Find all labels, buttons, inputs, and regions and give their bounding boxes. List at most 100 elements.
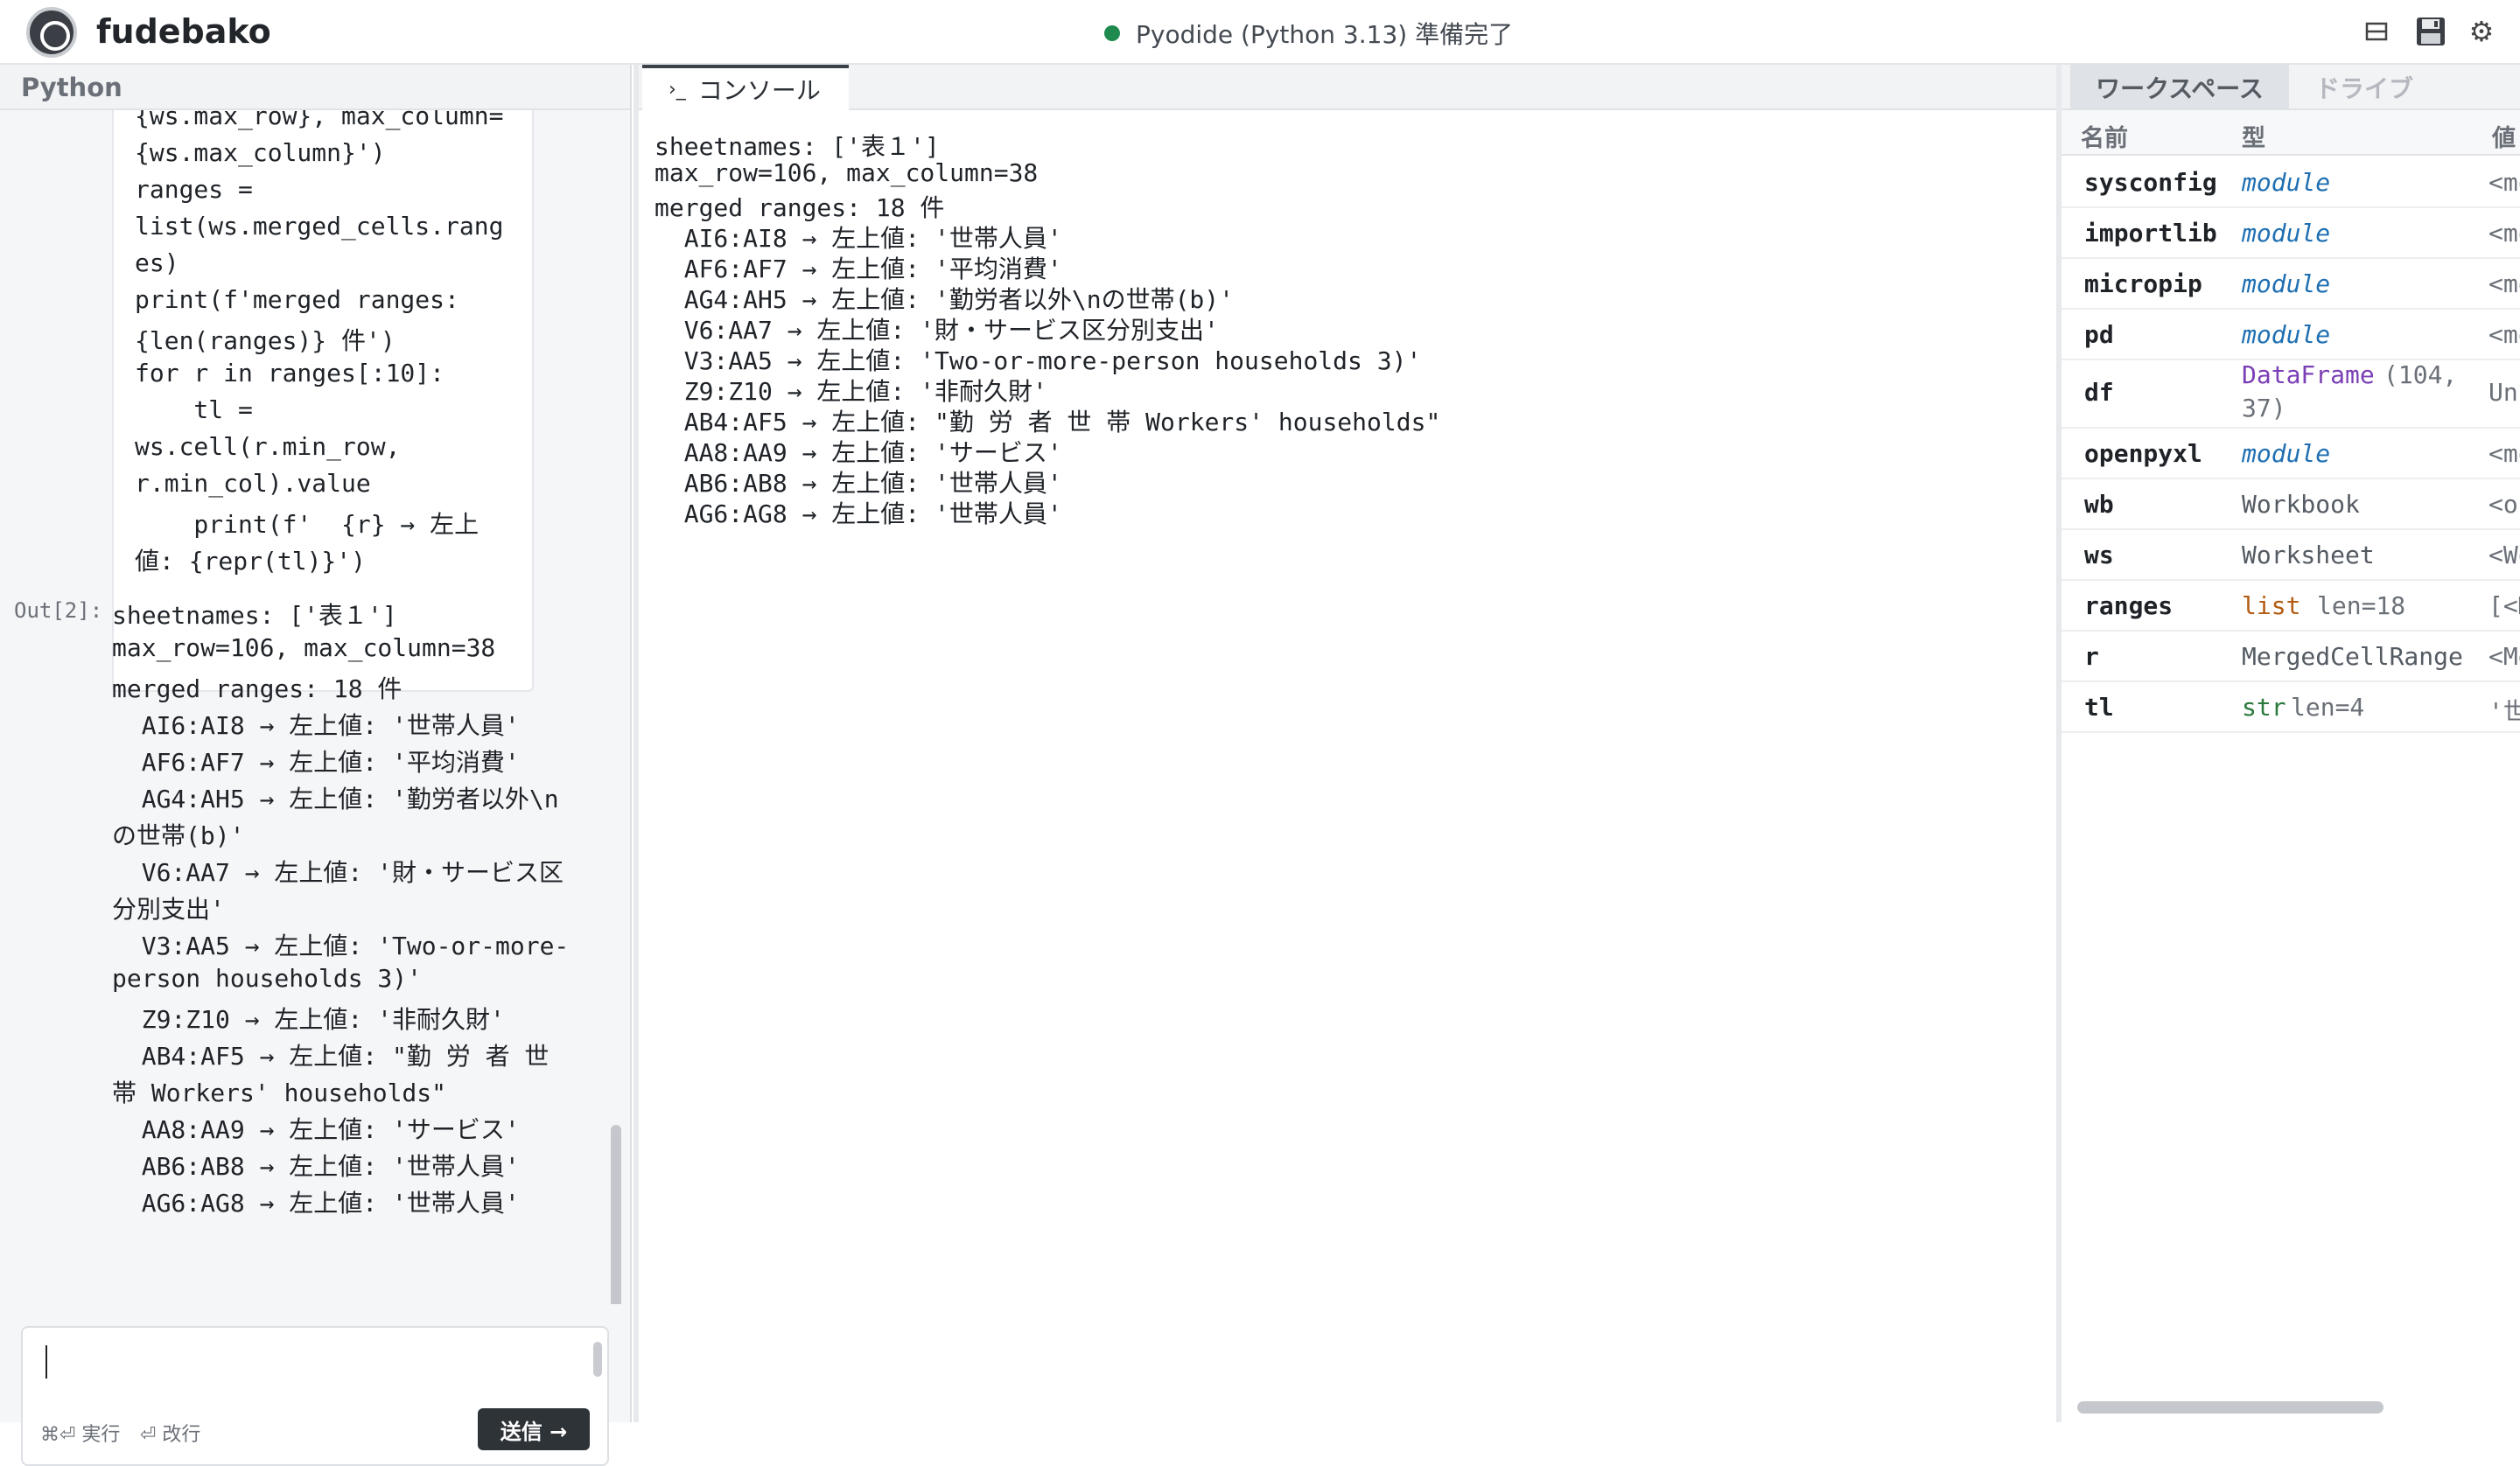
variable-value: <mo (2488, 219, 2520, 248)
panel-title-python: Python (0, 65, 630, 110)
variable-row[interactable]: sysconfig module <mo (2062, 157, 2520, 208)
code-line: print(f'merged ranges: (135, 285, 459, 314)
variable-type: DataFrame (2242, 360, 2375, 389)
variable-value: <mo (2488, 269, 2520, 298)
variable-name: pd (2084, 320, 2114, 349)
output-line: AB6:AB8 → 左上値: '世帯人員' (112, 1152, 520, 1181)
output-line: の世帯(b)' (112, 821, 245, 850)
console-panel: ›_ コンソール sheetnames: ['表１'] max_row=106,… (634, 65, 2056, 1422)
settings-gear-icon[interactable]: ⚙ (2462, 12, 2501, 51)
column-header-name: 名前 (2081, 125, 2128, 152)
console-line: V6:AA7 → 左上値: '財・サービス区分別支出' (654, 316, 1219, 345)
output-line: AG6:AG8 → 左上値: '世帯人員' (112, 1189, 520, 1218)
tab-console[interactable]: ›_ コンソール (642, 65, 849, 110)
tab-workspace[interactable]: ワークスペース (2070, 65, 2289, 110)
variable-row[interactable]: df DataFrame (104, 37) Un (2062, 360, 2520, 429)
variable-value: [<M (2488, 591, 2520, 620)
python-notebook-panel: Python {ws.max_row}, max_column= {ws.max… (0, 65, 632, 1466)
console-line: merged ranges: 18 件 (654, 193, 945, 222)
variable-row[interactable]: openpyxl module <mo (2062, 429, 2520, 479)
layout-toggle-icon[interactable] (2357, 12, 2396, 51)
code-line: ranges = (135, 175, 253, 204)
variable-row[interactable]: ranges list len=18 [<M (2062, 581, 2520, 632)
variable-type: module (2242, 269, 2331, 298)
console-line: Z9:Z10 → 左上値: '非耐久財' (654, 377, 1047, 406)
code-line: 値: {repr(tl)}') (135, 547, 367, 576)
variable-row[interactable]: importlib module <mo (2062, 208, 2520, 259)
tab-drive[interactable]: ドライブ (2291, 65, 2438, 110)
output-line: AB4:AF5 → 左上値: "勤 労 者 世 (112, 1042, 550, 1071)
console-line: AI6:AI8 → 左上値: '世帯人員' (654, 224, 1062, 253)
code-line: {ws.max_column}') (135, 138, 386, 167)
console-line: max_row=106, max_column=38 (654, 158, 1039, 187)
console-line: V3:AA5 → 左上値: 'Two-or-more-person househ… (654, 346, 1422, 375)
code-line: tl = (135, 395, 253, 424)
notebook-scroll-area[interactable]: {ws.max_row}, max_column= {ws.max_column… (0, 110, 632, 1304)
variable-row[interactable]: micropip module <mo (2062, 259, 2520, 310)
variable-type-detail: 37) (2242, 394, 2286, 422)
top-bar: fudebako Pyodide (Python 3.13) 準備完了 ⚙ (0, 0, 2520, 65)
console-line: AG4:AH5 → 左上値: '勤労者以外\nの世帯(b)' (654, 285, 1235, 314)
terminal-prompt-icon: ›_ (668, 78, 686, 101)
variable-name: ranges (2084, 591, 2174, 620)
send-button[interactable]: 送信 → (478, 1408, 590, 1450)
code-line: r.min_col).value (135, 469, 371, 498)
variable-row[interactable]: r MergedCellRange <Me (2062, 632, 2520, 682)
status-text: Pyodide (Python 3.13) 準備完了 (1136, 20, 1514, 49)
output-line: AF6:AF7 → 左上値: '平均消費' (112, 748, 520, 777)
run-shortcut-hint: ⌘⏎ 実行 (40, 1424, 121, 1446)
output-line: 帯 Workers' households" (112, 1079, 447, 1107)
variable-type: module (2242, 439, 2331, 468)
output-line: V6:AA7 → 左上値: '財・サービス区 (112, 858, 564, 887)
variable-row[interactable]: ws Worksheet <Wo (2062, 530, 2520, 581)
column-header-type: 型 (2242, 125, 2265, 152)
variable-type: list (2242, 591, 2301, 620)
output-line: V3:AA5 → 左上値: 'Two-or-more- (112, 932, 570, 960)
code-line: {len(ranges)} 件') (135, 326, 396, 355)
tab-console-label: コンソール (697, 76, 821, 105)
variable-type: module (2242, 168, 2331, 197)
variable-type: MergedCellRange (2242, 642, 2463, 671)
variable-row[interactable]: wb Workbook <op (2062, 479, 2520, 530)
console-line: sheetnames: ['表１'] (654, 132, 940, 161)
status-dot-icon (1104, 25, 1120, 41)
variable-type-detail: (104, (2384, 360, 2458, 389)
variable-type: module (2242, 219, 2331, 248)
variable-value: <mo (2488, 168, 2520, 197)
code-input-box[interactable]: ⌘⏎ 実行 ⏎ 改行 送信 → (21, 1326, 609, 1466)
variable-type: Workbook (2242, 490, 2360, 519)
variable-value: <op (2488, 490, 2520, 519)
variable-row[interactable]: pd module <mo (2062, 310, 2520, 360)
code-line: print(f' {r} → 左上 (135, 510, 480, 539)
variable-row[interactable]: tl str len=4 '世 (2062, 682, 2520, 733)
variable-type: Worksheet (2242, 541, 2375, 569)
variable-value: <mo (2488, 439, 2520, 468)
variable-type: module (2242, 320, 2331, 349)
variable-type-detail: len=4 (2291, 693, 2365, 722)
variable-value: '世 (2488, 697, 2520, 726)
input-scrollbar[interactable] (593, 1342, 602, 1377)
console-line: AB4:AF5 → 左上値: "勤 労 者 世 帯 Workers' house… (654, 408, 1441, 436)
output-line: max_row=106, max_column=38 (112, 633, 496, 662)
newline-shortcut-hint: ⏎ 改行 (140, 1424, 201, 1446)
code-line: for r in ranges[:10]: (135, 359, 445, 387)
variable-name: r (2084, 642, 2099, 671)
variable-name: openpyxl (2084, 439, 2202, 468)
notebook-scrollbar[interactable] (611, 1125, 621, 1304)
output-line: sheetnames: ['表１'] (112, 601, 397, 630)
column-header-value: 値 (2492, 125, 2516, 152)
output-line: AA8:AA9 → 左上値: 'サービス' (112, 1115, 520, 1144)
code-line: ws.cell(r.min_row, (135, 432, 401, 461)
variable-name: micropip (2084, 269, 2202, 298)
output-line: AI6:AI8 → 左上値: '世帯人員' (112, 711, 520, 740)
variable-value: Un (2488, 378, 2518, 407)
variable-type: str (2242, 693, 2286, 722)
console-line: AF6:AF7 → 左上値: '平均消費' (654, 255, 1062, 283)
text-caret (46, 1345, 47, 1379)
output-line: merged ranges: 18 件 (112, 674, 402, 703)
workspace-horizontal-scrollbar[interactable] (2077, 1401, 2384, 1414)
variable-name: wb (2084, 490, 2114, 519)
save-icon[interactable] (2412, 12, 2450, 51)
fudebako-logo-icon (26, 7, 77, 58)
code-line: list(ws.merged_cells.rang (135, 212, 504, 241)
